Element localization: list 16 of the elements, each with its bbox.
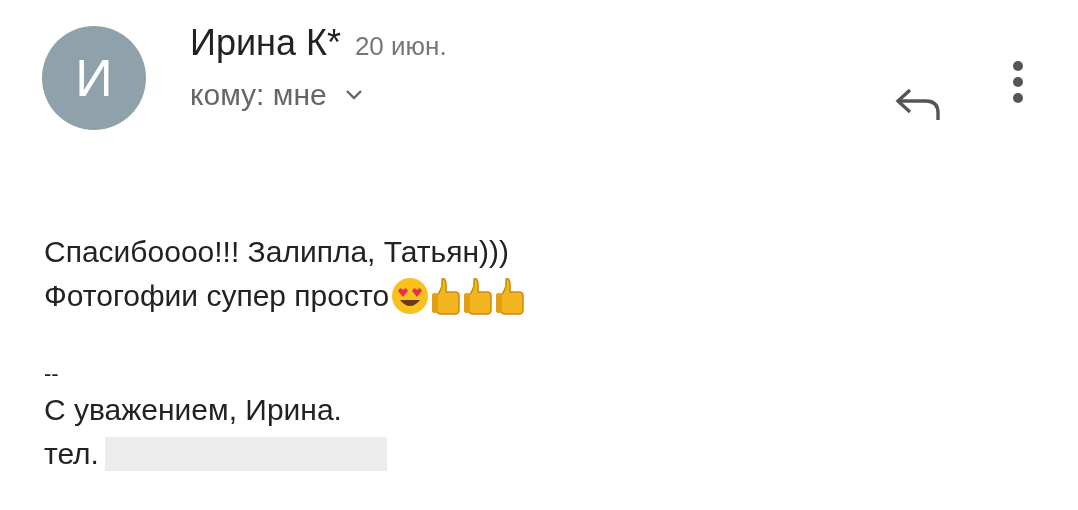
- date: 20 июн.: [354, 31, 447, 62]
- more-options-icon[interactable]: [1012, 60, 1024, 104]
- thumbs-up-emoji-icon: [431, 277, 462, 315]
- signature-text: С уважением, Ирина.: [44, 392, 343, 428]
- phone-label: тел.: [44, 436, 99, 472]
- sender-name: Ирина К*: [190, 22, 341, 64]
- message-text: Спасибоооо!!! Залипла, Татьян))): [44, 234, 509, 270]
- message-text: Фотогофии супер просто: [44, 278, 390, 314]
- thumbs-up-emoji-icon: [463, 277, 494, 315]
- signature-separator: --: [44, 360, 60, 388]
- recipient-label: кому: мне: [190, 78, 327, 112]
- avatar[interactable]: И: [42, 26, 146, 130]
- chevron-down-icon[interactable]: [344, 89, 363, 101]
- thumbs-up-emoji-icon: [495, 277, 526, 315]
- reply-icon[interactable]: [894, 86, 942, 122]
- heart-eyes-emoji-icon: [391, 277, 430, 315]
